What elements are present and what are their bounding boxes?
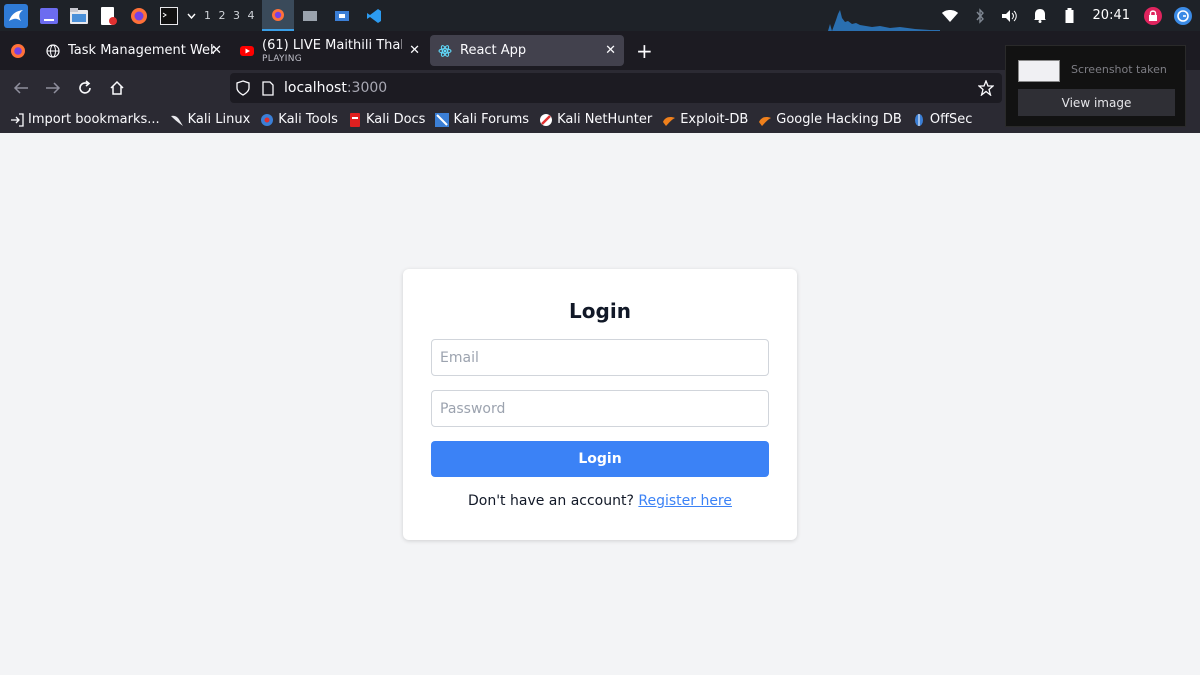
- task-vscode[interactable]: [358, 0, 390, 31]
- kali-menu-icon[interactable]: [4, 3, 28, 28]
- bookmark-exploit-db[interactable]: Exploit-DB: [662, 112, 748, 127]
- exploit-db-icon: [663, 116, 676, 126]
- close-tab-icon[interactable]: ✕: [605, 43, 616, 58]
- system-panel: 1 2 3 4 20:41: [0, 0, 1200, 31]
- bookmark-offsec[interactable]: OffSec: [912, 112, 973, 127]
- tab-title: Task Management Web A: [68, 43, 214, 58]
- address-bar[interactable]: localhost:3000: [230, 73, 1002, 103]
- notification-bell-icon[interactable]: [1031, 7, 1049, 25]
- task-terminal[interactable]: [294, 0, 326, 31]
- register-link[interactable]: Register here: [638, 493, 732, 509]
- register-prompt-line: Don't have an account? Register here: [403, 493, 797, 509]
- notification-title: Screenshot taken: [1071, 63, 1167, 76]
- vscode-icon: [367, 8, 382, 23]
- firefox-task-icon: [272, 8, 285, 21]
- bookmark-kali-linux[interactable]: Kali Linux: [170, 112, 251, 127]
- task-firefox[interactable]: [262, 0, 295, 31]
- arrow-right-icon: [46, 82, 61, 94]
- session-icon[interactable]: [1174, 6, 1192, 25]
- url-text[interactable]: localhost:3000: [284, 80, 387, 96]
- react-icon: [438, 44, 452, 57]
- bookmark-import[interactable]: Import bookmarks...: [10, 112, 160, 127]
- back-button[interactable]: [5, 72, 37, 104]
- url-port: :3000: [346, 80, 388, 96]
- bookmark-label: Kali NetHunter: [557, 112, 653, 127]
- kali-docs-icon: [349, 112, 360, 127]
- bookmark-label: Kali Linux: [187, 112, 251, 127]
- screenshot-thumbnail[interactable]: [1018, 60, 1060, 82]
- show-desktop-icon[interactable]: [39, 6, 59, 26]
- workspace-switcher[interactable]: 1 2 3 4: [204, 9, 256, 22]
- bookmark-label: Import bookmarks...: [28, 112, 160, 127]
- tab-playing-label: PLAYING: [262, 54, 303, 64]
- bookmark-kali-tools[interactable]: Kali Tools: [260, 112, 338, 127]
- register-prompt: Don't have an account?: [467, 493, 634, 509]
- page-icon: [262, 80, 274, 96]
- shield-icon: [236, 80, 250, 96]
- youtube-icon: [240, 45, 254, 56]
- page-viewport: Login Login Don't have an account? Regis…: [0, 133, 1200, 675]
- bookmark-label: Kali Docs: [365, 112, 426, 127]
- clock[interactable]: 20:41: [1093, 8, 1130, 23]
- home-button[interactable]: [101, 72, 133, 104]
- arrow-left-icon: [13, 82, 28, 94]
- password-input[interactable]: [431, 390, 769, 427]
- chevron-down-icon[interactable]: [186, 6, 196, 26]
- file-manager-icon[interactable]: [69, 6, 89, 26]
- url-host: localhost: [284, 80, 347, 96]
- forward-button[interactable]: [37, 72, 69, 104]
- kali-tools-icon: [261, 113, 274, 126]
- bookmark-label: OffSec: [929, 112, 973, 127]
- kali-dragon-icon: [170, 115, 183, 126]
- window-task-icon: [303, 10, 318, 21]
- tab-youtube[interactable]: (61) LIVE Maithili Thakur | PLAYING ✕: [232, 35, 428, 66]
- cpu-graph: [820, 10, 940, 31]
- offsec-icon: [914, 113, 923, 126]
- task-app[interactable]: [326, 0, 358, 31]
- bookmark-google-hacking-db[interactable]: Google Hacking DB: [758, 112, 902, 127]
- volume-icon[interactable]: [1001, 7, 1019, 25]
- screenshot-notification: Screenshot taken View image: [1005, 45, 1186, 127]
- tab-title: (61) LIVE Maithili Thakur |: [262, 38, 402, 53]
- app-task-icon: [335, 10, 350, 21]
- nethunter-icon: [540, 113, 553, 126]
- lock-screen-icon[interactable]: [1144, 6, 1162, 25]
- login-button[interactable]: Login: [431, 441, 769, 477]
- bookmark-label: Kali Forums: [453, 112, 530, 127]
- ghdb-icon: [759, 116, 772, 126]
- star-icon: [978, 80, 994, 96]
- terminal-launcher-icon[interactable]: [159, 6, 179, 26]
- reload-icon: [79, 80, 91, 94]
- email-input[interactable]: [431, 339, 769, 376]
- home-icon: [110, 80, 124, 95]
- bookmark-label: Kali Tools: [278, 112, 338, 127]
- login-card: Login Login Don't have an account? Regis…: [403, 269, 797, 540]
- bookmark-label: Exploit-DB: [680, 112, 749, 127]
- bookmark-kali-nethunter[interactable]: Kali NetHunter: [539, 112, 652, 127]
- tab-task-management[interactable]: Task Management Web A ✕: [38, 35, 230, 66]
- bluetooth-icon[interactable]: [971, 7, 989, 25]
- new-tab-button[interactable]: +: [636, 39, 653, 63]
- globe-icon: [46, 43, 60, 58]
- bookmark-kali-docs[interactable]: Kali Docs: [348, 112, 426, 127]
- tab-title: React App: [460, 43, 527, 58]
- kali-forums-icon: [435, 112, 450, 127]
- tab-react-app[interactable]: React App ✕: [430, 35, 624, 66]
- import-icon: [11, 112, 24, 127]
- text-editor-icon[interactable]: [99, 6, 119, 26]
- login-title: Login: [569, 299, 631, 323]
- wifi-icon[interactable]: [941, 7, 959, 25]
- system-tray: 20:41: [935, 0, 1200, 31]
- close-tab-icon[interactable]: ✕: [409, 43, 420, 58]
- close-tab-icon[interactable]: ✕: [211, 43, 222, 58]
- bookmark-label: Google Hacking DB: [776, 112, 902, 127]
- firefox-launcher-icon[interactable]: [129, 6, 149, 26]
- firefox-view-icon[interactable]: [0, 31, 36, 70]
- bookmark-kali-forums[interactable]: Kali Forums: [435, 112, 529, 127]
- battery-icon[interactable]: [1061, 7, 1079, 25]
- view-image-button[interactable]: View image: [1018, 89, 1175, 116]
- reload-button[interactable]: [69, 72, 101, 104]
